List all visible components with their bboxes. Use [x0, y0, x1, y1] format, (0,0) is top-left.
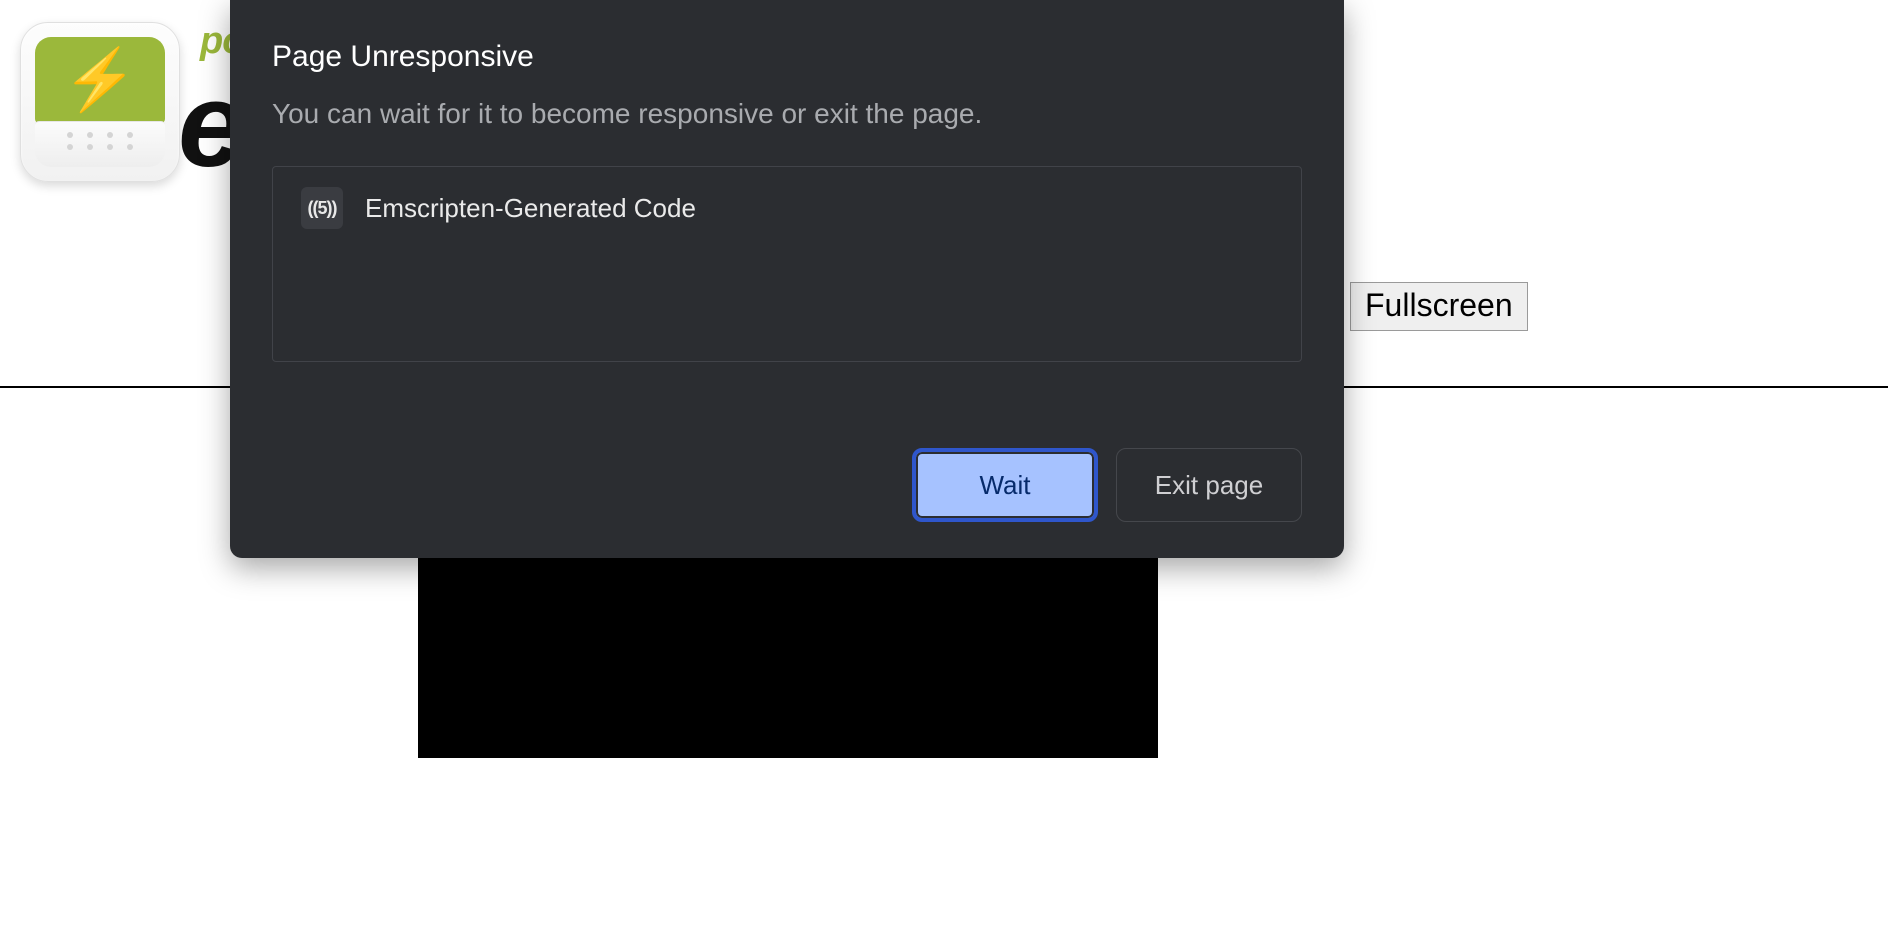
- page-unresponsive-dialog: Page Unresponsive You can wait for it to…: [230, 0, 1344, 558]
- page-favicon-icon: ((5)): [301, 187, 343, 229]
- fullscreen-button[interactable]: Fullscreen: [1350, 282, 1528, 331]
- unresponsive-page-list: ((5)) Emscripten-Generated Code: [272, 166, 1302, 362]
- lightning-icon: ⚡: [63, 50, 138, 110]
- emscripten-logo: ⚡: [20, 22, 180, 182]
- wait-button[interactable]: Wait: [912, 448, 1098, 522]
- unresponsive-page-title: Emscripten-Generated Code: [365, 193, 696, 224]
- logo-bottom-panel: [35, 121, 165, 167]
- exit-page-button[interactable]: Exit page: [1116, 448, 1302, 522]
- dialog-title: Page Unresponsive: [272, 40, 1302, 74]
- dialog-message: You can wait for it to become responsive…: [272, 98, 1302, 130]
- logo-top-panel: ⚡: [35, 37, 165, 123]
- page-root: ⚡ po e Fullscreen Page Unresponsive You …: [0, 0, 1888, 936]
- dialog-button-row: Wait Exit page: [272, 406, 1302, 522]
